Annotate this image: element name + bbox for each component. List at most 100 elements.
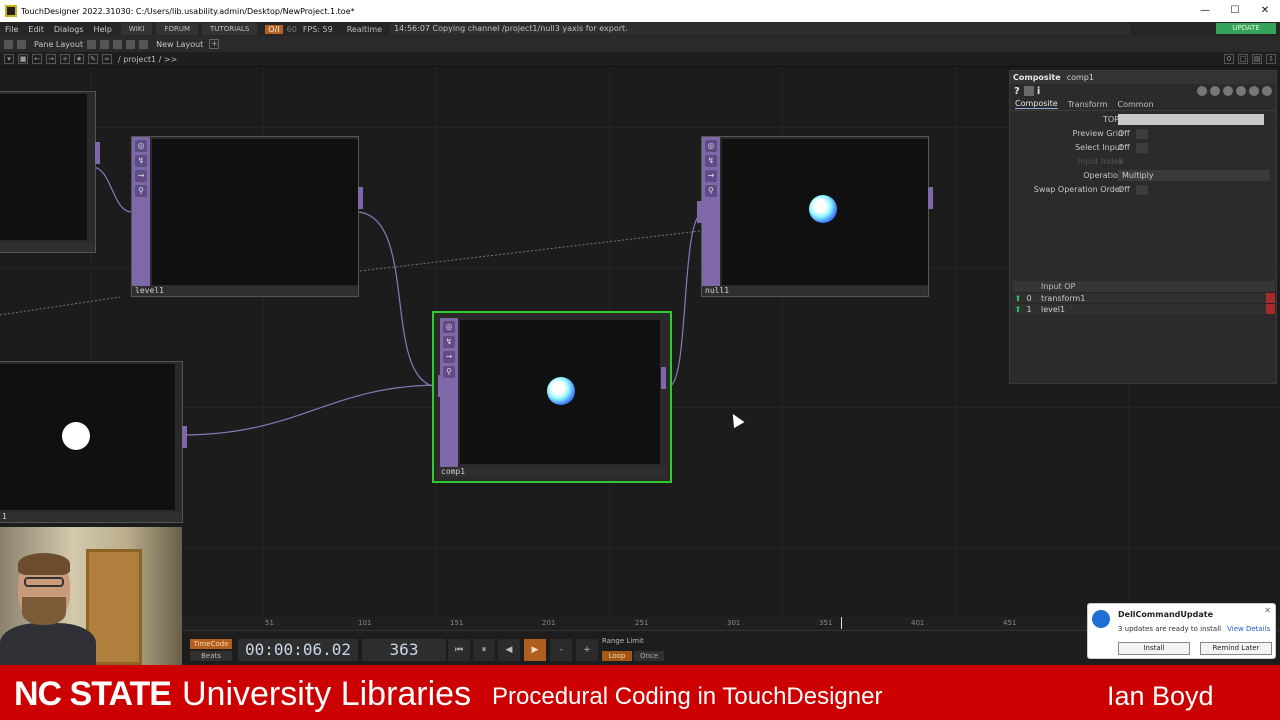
input-connector[interactable] — [438, 375, 443, 397]
viewer-active-icon[interactable]: ◎ — [443, 321, 455, 333]
menu-dialogs[interactable]: Dialogs — [49, 25, 89, 34]
select-input-toggle[interactable] — [1136, 143, 1148, 153]
update-button[interactable]: UPDATE — [1216, 23, 1276, 34]
move-up-icon[interactable]: ⬆ — [1013, 294, 1023, 303]
link-icon[interactable]: ∞ — [102, 54, 112, 64]
bypass-icon[interactable]: ↯ — [705, 155, 717, 167]
transform-label[interactable]: 1 — [0, 512, 181, 522]
swap-order-value[interactable]: Off — [1118, 185, 1130, 194]
remove-input-icon[interactable] — [1266, 293, 1275, 303]
output-connector[interactable] — [182, 426, 187, 448]
display-flag-icon[interactable]: → — [135, 170, 147, 182]
output-connector[interactable] — [95, 142, 100, 164]
pane-type-icon[interactable]: ▾ — [4, 54, 14, 64]
operator-name[interactable]: comp1 — [1067, 73, 1094, 82]
layout-2-icon[interactable] — [100, 39, 110, 49]
info-icon[interactable]: i — [1037, 86, 1040, 97]
install-button[interactable]: Install — [1118, 642, 1190, 655]
display-flag-icon[interactable]: → — [705, 170, 717, 182]
tab-common[interactable]: Common — [1118, 100, 1154, 109]
edit-icon[interactable] — [1197, 86, 1207, 96]
network-path[interactable]: / project1 / >> — [118, 55, 177, 64]
once-button[interactable]: Once — [634, 651, 664, 661]
comp1-label[interactable]: comp1 — [439, 467, 665, 477]
pane-menu-icon[interactable] — [17, 39, 26, 49]
level1-node[interactable]: ◎ ↯ → ⚲ level1 — [131, 136, 363, 297]
add-param-icon[interactable] — [1249, 86, 1259, 96]
operation-dropdown[interactable]: Multiply — [1118, 170, 1270, 181]
comp1-node[interactable]: ◎ ↯ → ⚲ comp1 — [432, 311, 672, 483]
pathbar-number[interactable]: 0 — [1224, 54, 1234, 64]
layout-3-icon[interactable] — [113, 39, 123, 49]
output-connector[interactable] — [928, 187, 933, 209]
bypass-icon[interactable]: ↯ — [443, 336, 455, 348]
lock-icon[interactable]: ⚲ — [443, 366, 455, 378]
realtime-toggle[interactable]: Realtime — [347, 25, 382, 34]
pause-button[interactable]: ⏸ — [473, 639, 495, 661]
preview-grid-toggle[interactable] — [1136, 129, 1148, 139]
frame-display[interactable]: 363 — [362, 639, 446, 661]
new-layout-tab[interactable]: New Layout — [156, 40, 203, 49]
level1-label[interactable]: level1 — [133, 286, 357, 296]
minimize-button[interactable]: — — [1190, 0, 1220, 22]
pane-layout-label[interactable]: Pane Layout — [34, 40, 83, 49]
step-minus-button[interactable]: - — [550, 639, 572, 661]
notification-close-icon[interactable]: ✕ — [1264, 606, 1271, 615]
viewer-active-icon[interactable]: ◎ — [135, 140, 147, 152]
python-icon[interactable] — [1236, 86, 1246, 96]
bypass-icon[interactable]: ↯ — [135, 155, 147, 167]
help-icon[interactable]: ? — [1014, 86, 1020, 97]
back-icon[interactable]: ← — [32, 54, 42, 64]
rewind-button[interactable]: ⏮ — [448, 639, 470, 661]
loop-button[interactable]: Loop — [602, 651, 632, 661]
split-pane-icon[interactable]: ▤ — [1252, 54, 1262, 64]
menu-file[interactable]: File — [0, 25, 23, 34]
step-back-button[interactable]: ◀ — [498, 639, 520, 661]
input-row[interactable]: ⬆ 0 transform1 — [1013, 292, 1275, 303]
beats-mode-button[interactable]: Beats — [190, 651, 232, 661]
step-plus-button[interactable]: + — [576, 639, 598, 661]
add-layout-button[interactable]: + — [209, 39, 220, 49]
preview-grid-value[interactable]: Off — [1118, 129, 1130, 138]
output-connector[interactable] — [358, 187, 363, 209]
edit-path-icon[interactable]: ✎ — [88, 54, 98, 64]
remove-input-icon[interactable] — [1266, 304, 1275, 314]
remind-later-button[interactable]: Remind Later — [1200, 642, 1272, 655]
close-button[interactable]: ✕ — [1250, 0, 1280, 22]
maximize-pane-icon[interactable]: □ — [1238, 54, 1248, 64]
forum-button[interactable]: FORUM — [156, 23, 199, 35]
input-connector[interactable] — [697, 201, 702, 223]
null1-label[interactable]: null1 — [703, 286, 927, 296]
input-name[interactable]: level1 — [1041, 305, 1065, 314]
home-icon[interactable]: + — [60, 54, 70, 64]
viewer-active-icon[interactable]: ◎ — [705, 140, 717, 152]
playhead[interactable] — [841, 617, 842, 629]
view-details-link[interactable]: View Details — [1227, 625, 1270, 633]
play-button[interactable]: ▶ — [524, 639, 546, 661]
timecode-display[interactable]: 00:00:06.02 — [238, 639, 358, 661]
noise-node-partial[interactable] — [0, 91, 100, 253]
lock-icon[interactable]: ⚲ — [135, 185, 147, 197]
layout-4-icon[interactable] — [126, 39, 136, 49]
forward-icon[interactable]: → — [46, 54, 56, 64]
layout-5-icon[interactable] — [139, 39, 149, 49]
timecode-mode-button[interactable]: TimeCode — [190, 639, 232, 649]
download-icon[interactable]: ⇩ — [1266, 54, 1276, 64]
tops-field[interactable] — [1118, 114, 1264, 125]
settings-icon[interactable] — [1262, 86, 1272, 96]
tab-transform[interactable]: Transform — [1068, 100, 1108, 109]
wiki-button[interactable]: WIKI — [120, 23, 153, 35]
comment-icon[interactable] — [1210, 86, 1220, 96]
lock-icon[interactable]: ⚲ — [705, 185, 717, 197]
bookmark-icon[interactable]: ★ — [74, 54, 84, 64]
display-flag-icon[interactable]: → — [443, 351, 455, 363]
viewer-icon[interactable] — [1223, 86, 1233, 96]
move-up-icon[interactable]: ⬆ — [1013, 305, 1023, 314]
menu-edit[interactable]: Edit — [23, 25, 49, 34]
tutorials-button[interactable]: TUTORIALS — [202, 23, 258, 35]
oi-button[interactable]: O/I — [265, 24, 283, 34]
input-index-value[interactable]: 0 — [1118, 157, 1123, 166]
input-name[interactable]: transform1 — [1041, 294, 1085, 303]
tab-composite[interactable]: Composite — [1015, 99, 1058, 109]
swap-order-toggle[interactable] — [1136, 185, 1148, 195]
